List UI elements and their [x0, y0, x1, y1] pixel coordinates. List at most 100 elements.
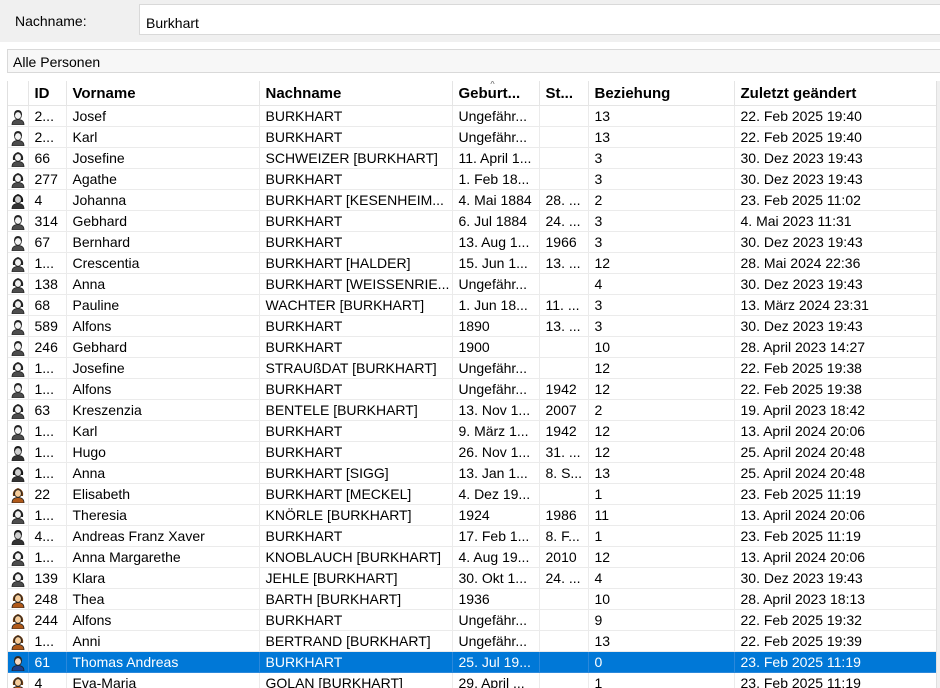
table-row[interactable]: 4... Andreas Franz Xaver BURKHART 17. Feb 1…: [8, 525, 937, 547]
birth-cell: 11. April 1...: [452, 147, 540, 169]
id-cell: 1...: [28, 441, 67, 463]
relationship-cell: 13: [588, 105, 735, 127]
birth-cell: Ungefähr...: [452, 105, 540, 127]
relationship-cell: 1: [588, 672, 735, 688]
lastname-cell: BURKHART: [259, 231, 453, 253]
firstname-cell: Klara: [66, 567, 260, 589]
last-modified-cell: 13. April 2024 20:06: [734, 546, 937, 568]
table-row[interactable]: 4 Eva-Maria GOLAN [BURKHART] 29. April ... 1…: [8, 672, 937, 688]
column-header-birth[interactable]: ^ Geburt...: [452, 81, 540, 106]
death-cell: 2007: [539, 399, 589, 421]
lastname-cell: JEHLE [BURKHART]: [259, 567, 453, 589]
table-row[interactable]: 4 Johanna BURKHART [KESENHEIM... 4. Mai 188…: [8, 189, 937, 211]
table-row[interactable]: 1... Karl BURKHART 9. März 1... 1942 12 13. Ap…: [8, 420, 937, 442]
id-cell: 246: [28, 336, 67, 358]
lastname-cell: BURKHART [SIGG]: [259, 462, 453, 484]
table-row[interactable]: 1... Anni BERTRAND [BURKHART] Ungefähr... 13…: [8, 630, 937, 652]
id-cell: 1...: [28, 630, 67, 652]
table-row[interactable]: 61 Thomas Andreas BURKHART 25. Jul 19... 0 23…: [8, 651, 937, 673]
last-modified-cell: 13. April 2024 20:06: [734, 504, 937, 526]
table-row[interactable]: 1... Josefine STRAUßDAT [BURKHART] Ungefähr…: [8, 357, 937, 379]
female-person-icon: [11, 403, 25, 419]
table-row[interactable]: 2... Karl BURKHART Ungefähr... 13 22. Feb 202…: [8, 126, 937, 148]
lastname-cell: BURKHART [KESENHEIM...: [259, 189, 453, 211]
column-header-relationship[interactable]: Beziehung: [588, 81, 735, 106]
female-person-icon: [11, 592, 25, 608]
last-modified-cell: 30. Dez 2023 19:43: [734, 168, 937, 190]
table-row[interactable]: 314 Gebhard BURKHART 6. Jul 1884 24. ... 3 4. …: [8, 210, 937, 232]
relationship-cell: 13: [588, 126, 735, 148]
death-cell: 8. S...: [539, 462, 589, 484]
table-row[interactable]: 2... Josef BURKHART Ungefähr... 13 22. Feb 20…: [8, 105, 937, 127]
lastname-cell: BURKHART [WEISSENRIE...: [259, 273, 453, 295]
firstname-cell: Hugo: [66, 441, 260, 463]
last-modified-cell: 13. April 2024 20:06: [734, 420, 937, 442]
person-icon-cell: [8, 672, 29, 688]
death-cell: 13. ...: [539, 252, 589, 274]
firstname-cell: Kreszenzia: [66, 399, 260, 421]
relationship-cell: 3: [588, 210, 735, 232]
last-modified-cell: 25. April 2024 20:48: [734, 462, 937, 484]
table-row[interactable]: 67 Bernhard BURKHART 13. Aug 1... 1966 3 30. D…: [8, 231, 937, 253]
table-row[interactable]: 139 Klara JEHLE [BURKHART] 30. Okt 1... 24. …: [8, 567, 937, 589]
column-header-firstname[interactable]: Vorname: [66, 81, 260, 106]
column-header-death[interactable]: St...: [539, 81, 589, 106]
female-person-icon: [11, 571, 25, 587]
table-row[interactable]: 1... Crescentia BURKHART [HALDER] 15. Jun 1…: [8, 252, 937, 274]
person-icon-cell: [8, 357, 29, 379]
firstname-cell: Anna: [66, 273, 260, 295]
id-cell: 63: [28, 399, 67, 421]
birth-cell: Ungefähr...: [452, 630, 540, 652]
column-header-id[interactable]: ID: [28, 81, 67, 106]
id-cell: 4: [28, 189, 67, 211]
female-person-icon: [11, 613, 25, 629]
birth-cell: 29. April ...: [452, 672, 540, 688]
lastname-cell: BURKHART: [259, 609, 453, 631]
table-row[interactable]: 66 Josefine SCHWEIZER [BURKHART] 11. April …: [8, 147, 937, 169]
lastname-cell: BERTRAND [BURKHART]: [259, 630, 453, 652]
person-icon-cell: [8, 315, 29, 337]
firstname-cell: Eva-Maria: [66, 672, 260, 688]
column-header-last-modified[interactable]: Zuletzt geändert: [734, 81, 937, 106]
table-row[interactable]: 1... Alfons BURKHART Ungefähr... 1942 12 22. F…: [8, 378, 937, 400]
female-person-icon: [11, 151, 25, 167]
table-row[interactable]: 63 Kreszenzia BENTELE [BURKHART] 13. Nov 1.…: [8, 399, 937, 421]
death-cell: [539, 672, 589, 688]
table-row[interactable]: 244 Alfons BURKHART Ungefähr... 9 22. Feb 202…: [8, 609, 937, 631]
table-row[interactable]: 1... Anna BURKHART [SIGG] 13. Jan 1... 8. S.…: [8, 462, 937, 484]
person-icon-cell: [8, 588, 29, 610]
id-cell: 61: [28, 651, 67, 673]
vertical-scrollbar[interactable]: [936, 81, 940, 688]
lastname-cell: BURKHART: [259, 651, 453, 673]
female-person-icon: [11, 172, 25, 188]
table-row[interactable]: 248 Thea BARTH [BURKHART] 1936 10 28. April 2…: [8, 588, 937, 610]
person-filter-dropdown[interactable]: Alle Personen: [7, 49, 940, 73]
table-row[interactable]: 277 Agathe BURKHART 1. Feb 18... 3 30. Dez 20…: [8, 168, 937, 190]
table-row[interactable]: 68 Pauline WACHTER [BURKHART] 1. Jun 18... 1…: [8, 294, 937, 316]
table-row[interactable]: 246 Gebhard BURKHART 1900 10 28. April 2023 1…: [8, 336, 937, 358]
table-row[interactable]: 589 Alfons BURKHART 1890 13. ... 3 30. Dez 202…: [8, 315, 937, 337]
lastname-cell: SCHWEIZER [BURKHART]: [259, 147, 453, 169]
last-modified-cell: 25. April 2024 20:48: [734, 441, 937, 463]
lastname-cell: WACHTER [BURKHART]: [259, 294, 453, 316]
death-cell: 1942: [539, 378, 589, 400]
firstname-cell: Thea: [66, 588, 260, 610]
lastname-search-input[interactable]: [139, 4, 940, 35]
relationship-cell: 3: [588, 168, 735, 190]
id-cell: 248: [28, 588, 67, 610]
table-row[interactable]: 1... Anna Margarethe KNOBLAUCH [BURKHART] 4…: [8, 546, 937, 568]
table-row[interactable]: 1... Hugo BURKHART 26. Nov 1... 31. ... 12 25.…: [8, 441, 937, 463]
birth-cell: Ungefähr...: [452, 378, 540, 400]
firstname-cell: Alfons: [66, 315, 260, 337]
table-row[interactable]: 138 Anna BURKHART [WEISSENRIE... Ungefähr..…: [8, 273, 937, 295]
table-row[interactable]: 1... Theresia KNÖRLE [BURKHART] 1924 1986 11 1…: [8, 504, 937, 526]
column-header-lastname[interactable]: Nachname: [259, 81, 453, 106]
last-modified-cell: 23. Feb 2025 11:19: [734, 651, 937, 673]
table-row[interactable]: 22 Elisabeth BURKHART [MECKEL] 4. Dez 19...…: [8, 483, 937, 505]
lastname-cell: BURKHART: [259, 378, 453, 400]
person-icon-cell: [8, 567, 29, 589]
firstname-cell: Anna Margarethe: [66, 546, 260, 568]
person-icon-cell: [8, 609, 29, 631]
firstname-cell: Josef: [66, 105, 260, 127]
column-header-icon[interactable]: [8, 81, 29, 106]
